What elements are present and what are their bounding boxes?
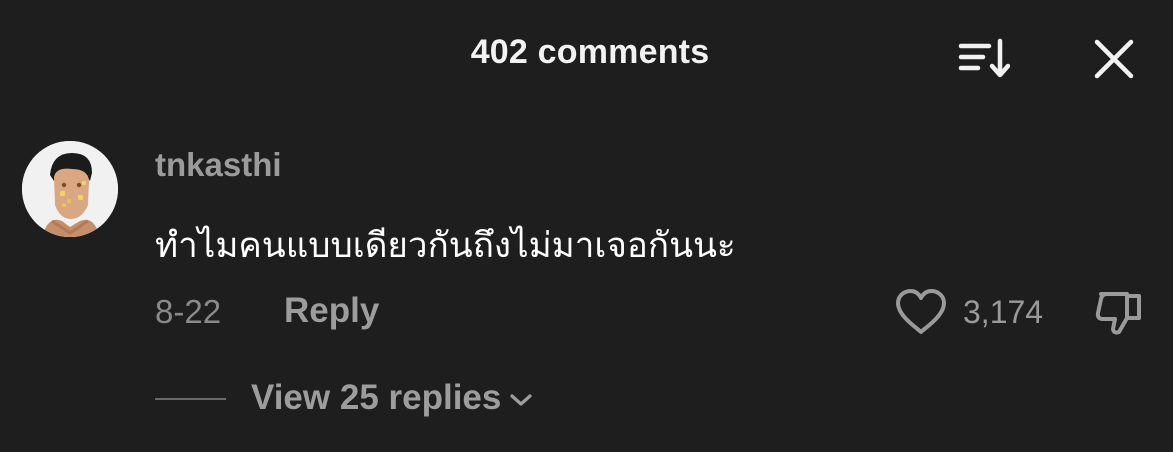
chevron-down-icon (510, 394, 532, 406)
avatar[interactable] (22, 141, 118, 237)
view-replies-label: View 25 replies (251, 378, 502, 417)
view-replies-button[interactable]: View 25 replies (251, 378, 533, 418)
comment-text: ทำไมคนแบบเดียวกันถึงไม่มาเจอกันนะ (155, 226, 736, 266)
close-icon (1094, 39, 1134, 79)
thumbs-down-icon (1095, 292, 1141, 335)
dislike-button[interactable] (1092, 288, 1148, 338)
comment-date: 8-22 (155, 293, 222, 330)
avatar-image (22, 141, 118, 237)
close-button[interactable] (1086, 33, 1142, 85)
sort-descending-icon (958, 38, 1010, 78)
like-count: 3,174 (963, 293, 1044, 330)
sort-button[interactable] (950, 33, 1014, 85)
reply-button[interactable]: Reply (284, 291, 379, 331)
like-button[interactable]: 3,174 (893, 288, 1043, 336)
heart-icon (896, 289, 946, 334)
replies-divider (155, 398, 226, 400)
comment-username[interactable]: tnkasthi (155, 146, 282, 184)
